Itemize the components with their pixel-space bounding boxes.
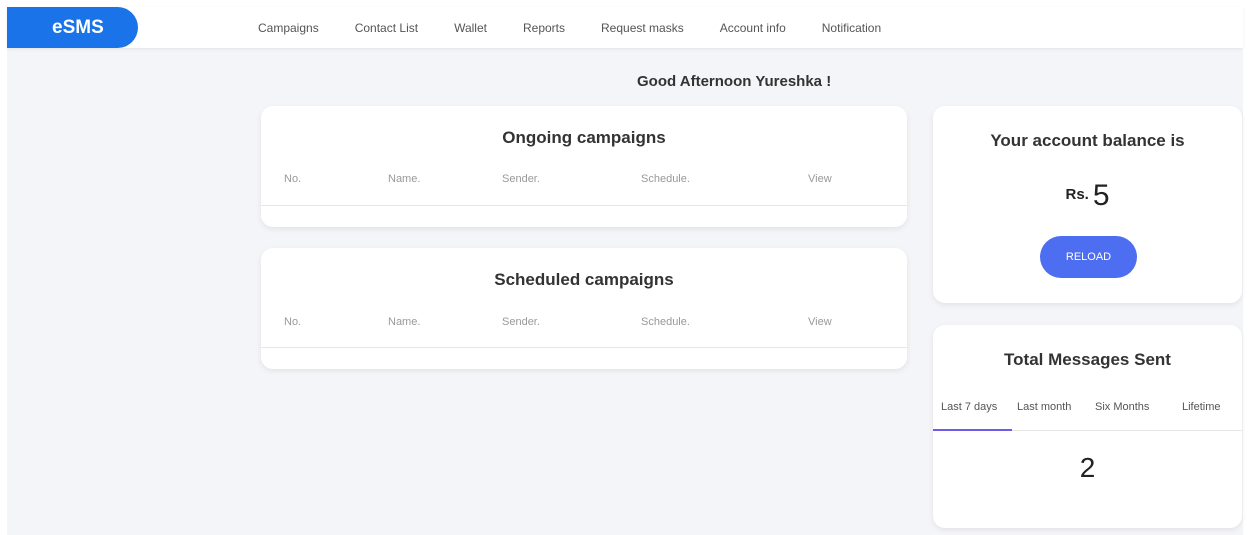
- reload-button[interactable]: RELOAD: [1040, 236, 1137, 278]
- tab-last-7-days[interactable]: Last 7 days: [941, 401, 997, 413]
- ongoing-campaigns-title: Ongoing campaigns: [502, 128, 666, 147]
- esms-logo[interactable]: eSMS: [7, 7, 138, 48]
- balance-value: 5: [1092, 179, 1110, 212]
- col-sender: Sender.: [502, 316, 540, 328]
- tab-six-months[interactable]: Six Months: [1095, 401, 1149, 413]
- period-tabs: Last 7 days Last month Six Months Lifeti…: [933, 393, 1242, 431]
- top-navbar: eSMS Campaigns Contact List Wallet Repor…: [7, 7, 1243, 48]
- nav-wallet[interactable]: Wallet: [454, 21, 487, 35]
- col-view: View: [808, 173, 832, 185]
- tab-lifetime[interactable]: Lifetime: [1182, 401, 1221, 413]
- col-schedule: Schedule.: [641, 173, 690, 185]
- account-balance-title: Your account balance is: [990, 131, 1185, 150]
- tab-last-month[interactable]: Last month: [1017, 401, 1071, 413]
- table-divider: [261, 205, 907, 206]
- nav-notification[interactable]: Notification: [822, 21, 881, 35]
- currency-label: Rs.: [1065, 186, 1089, 203]
- nav-reports[interactable]: Reports: [523, 21, 565, 35]
- greeting-text: Good Afternoon Yureshka !: [637, 73, 832, 90]
- col-schedule: Schedule.: [641, 316, 690, 328]
- page: eSMS Campaigns Contact List Wallet Repor…: [7, 7, 1243, 535]
- col-no: No.: [284, 173, 302, 185]
- scheduled-campaigns-card: Scheduled campaigns No. Name. Sender. Sc…: [261, 248, 907, 369]
- col-sender: Sender.: [502, 173, 540, 185]
- col-name: Name.: [388, 316, 421, 328]
- total-messages-value: 2: [1079, 452, 1096, 483]
- main-nav: Campaigns Contact List Wallet Reports Re…: [258, 7, 917, 48]
- account-balance-card: Your account balance is Rs. 5 RELOAD: [933, 106, 1242, 303]
- active-tab-indicator: [933, 429, 1012, 431]
- nav-campaigns[interactable]: Campaigns: [258, 21, 319, 35]
- total-messages-card: Total Messages Sent Last 7 days Last mon…: [933, 325, 1242, 528]
- total-messages-title: Total Messages Sent: [1004, 350, 1171, 369]
- table-divider: [261, 347, 907, 348]
- nav-account-info[interactable]: Account info: [720, 21, 786, 35]
- scheduled-campaigns-title: Scheduled campaigns: [494, 270, 674, 289]
- nav-request-masks[interactable]: Request masks: [601, 21, 684, 35]
- balance-amount: Rs. 5: [933, 179, 1242, 213]
- col-no: No.: [284, 316, 302, 328]
- col-name: Name.: [388, 173, 421, 185]
- ongoing-campaigns-card: Ongoing campaigns No. Name. Sender. Sche…: [261, 106, 907, 227]
- col-view: View: [808, 316, 832, 328]
- nav-contact-list[interactable]: Contact List: [355, 21, 418, 35]
